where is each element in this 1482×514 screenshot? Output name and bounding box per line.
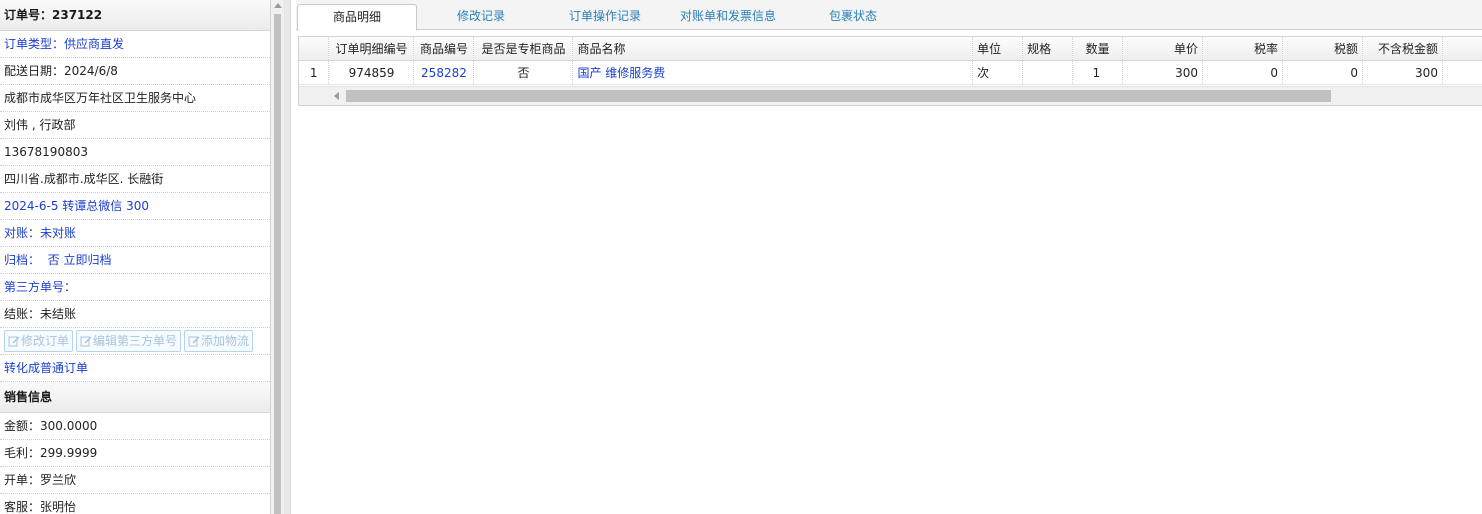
add-logistics-button[interactable]: 添加物流 xyxy=(184,330,254,352)
third-party-number: 第三方单号： xyxy=(0,274,270,301)
sales-amount: 金额：300.0000 xyxy=(0,413,270,440)
col-header-spec[interactable]: 规格 xyxy=(1022,37,1074,61)
col-header-tax-rate[interactable]: 税率 xyxy=(1202,37,1284,61)
col-header-unit-price[interactable]: 单价 xyxy=(1122,37,1204,61)
cell-detail-id: 974859 xyxy=(328,60,415,85)
contact-phone: 13678190803 xyxy=(0,139,270,166)
cell-tax-rate: 0 xyxy=(1202,60,1284,85)
edit-icon xyxy=(188,336,200,347)
horizontal-scrollbar[interactable] xyxy=(299,86,1482,105)
order-action-buttons: 修改订单 编辑第三方单号 添加物流 xyxy=(0,328,270,355)
tab-bar: 商品明细 修改记录 订单操作记录 对账单和发票信息 包裹状态 xyxy=(296,0,1482,31)
scrollbar-thumb[interactable] xyxy=(274,14,281,514)
product-detail-grid: 订单明细编号 商品编号 是否是专柜商品 商品名称 单位 规格 数量 单价 税率 … xyxy=(298,36,1482,106)
col-header-counter-product[interactable]: 是否是专柜商品 xyxy=(473,37,574,61)
order-info-panel: 订单号：237122 订单类型：供应商直发 配送日期：2024/6/8 成都市成… xyxy=(0,0,271,514)
table-header-row: 订单明细编号 商品编号 是否是专柜商品 商品名称 单位 规格 数量 单价 税率 … xyxy=(299,37,1482,61)
order-opener: 开单：罗兰欣 xyxy=(0,467,270,494)
cell-spec xyxy=(1022,60,1074,85)
archive-status[interactable]: 归档： 否 立即归档 xyxy=(0,247,270,274)
gross-profit: 毛利：299.9999 xyxy=(0,440,270,467)
tab-statement-invoice[interactable]: 对账单和发票信息 xyxy=(669,4,787,28)
sales-info-header: 销售信息 xyxy=(0,382,270,413)
order-type: 订单类型：供应商直发 xyxy=(0,31,270,58)
cell-product-id-link[interactable]: 258282 xyxy=(413,60,475,85)
cell-tax-amount: 0 xyxy=(1282,60,1363,85)
cell-product-name-link[interactable]: 国产 维修服务费 xyxy=(572,60,974,85)
col-header-extra xyxy=(1442,37,1482,61)
cell-amount-ex-tax: 300 xyxy=(1362,60,1443,85)
product-table: 订单明细编号 商品编号 是否是专柜商品 商品名称 单位 规格 数量 单价 税率 … xyxy=(299,37,1482,85)
tab-order-operation-log[interactable]: 订单操作记录 xyxy=(553,4,657,28)
delivery-date: 配送日期：2024/6/8 xyxy=(0,58,270,85)
edit-icon xyxy=(80,336,92,347)
contact-person: 刘伟 , 行政部 xyxy=(0,112,270,139)
cell-unit: 次 xyxy=(972,60,1024,85)
table-row[interactable]: 1 974859 258282 否 国产 维修服务费 次 1 300 0 0 3… xyxy=(299,60,1482,85)
settlement-status: 结账：未结账 xyxy=(0,301,270,328)
col-header-unit[interactable]: 单位 xyxy=(972,37,1024,61)
edit-third-party-label: 编辑第三方单号 xyxy=(93,334,178,348)
scroll-up-arrow-icon[interactable] xyxy=(274,3,282,8)
customer-org: 成都市成华区万年社区卫生服务中心 xyxy=(0,85,270,112)
cell-counter-product: 否 xyxy=(473,60,574,85)
convert-normal-order-link[interactable]: 转化成普通订单 xyxy=(0,355,270,382)
delivery-address: 四川省.成都市.成华区. 长融街 xyxy=(0,166,270,193)
edit-order-label: 修改订单 xyxy=(21,334,70,348)
col-header-tax-amount[interactable]: 税额 xyxy=(1282,37,1363,61)
panel-divider[interactable] xyxy=(285,0,291,514)
edit-order-button[interactable]: 修改订单 xyxy=(4,330,74,352)
add-logistics-label: 添加物流 xyxy=(201,334,250,348)
col-header-product-name[interactable]: 商品名称 xyxy=(572,37,974,61)
tab-package-status[interactable]: 包裹状态 xyxy=(811,4,895,28)
cell-extra xyxy=(1442,60,1482,85)
scroll-left-arrow-icon[interactable] xyxy=(334,92,339,100)
order-remark: 2024-6-5 转谭总微信 300 xyxy=(0,193,270,220)
left-panel-scrollbar[interactable] xyxy=(271,0,285,514)
cell-unit-price: 300 xyxy=(1122,60,1204,85)
customer-service: 客服：张明怡 xyxy=(0,494,270,514)
col-header-index xyxy=(299,37,330,61)
cell-quantity: 1 xyxy=(1072,60,1124,85)
cell-row-number: 1 xyxy=(299,60,330,85)
col-header-detail-id[interactable]: 订单明细编号 xyxy=(328,37,415,61)
tab-change-log[interactable]: 修改记录 xyxy=(427,4,535,28)
horizontal-scrollbar-thumb[interactable] xyxy=(346,90,1331,102)
col-header-product-id[interactable]: 商品编号 xyxy=(413,37,475,61)
col-header-quantity[interactable]: 数量 xyxy=(1072,37,1124,61)
tab-product-details[interactable]: 商品明细 xyxy=(297,4,417,31)
edit-third-party-button[interactable]: 编辑第三方单号 xyxy=(76,330,182,352)
col-header-amount-ex-tax[interactable]: 不含税金额 xyxy=(1362,37,1443,61)
order-number-header: 订单号：237122 xyxy=(0,0,270,31)
edit-icon xyxy=(8,336,20,347)
reconcile-status: 对账：未对账 xyxy=(0,220,270,247)
